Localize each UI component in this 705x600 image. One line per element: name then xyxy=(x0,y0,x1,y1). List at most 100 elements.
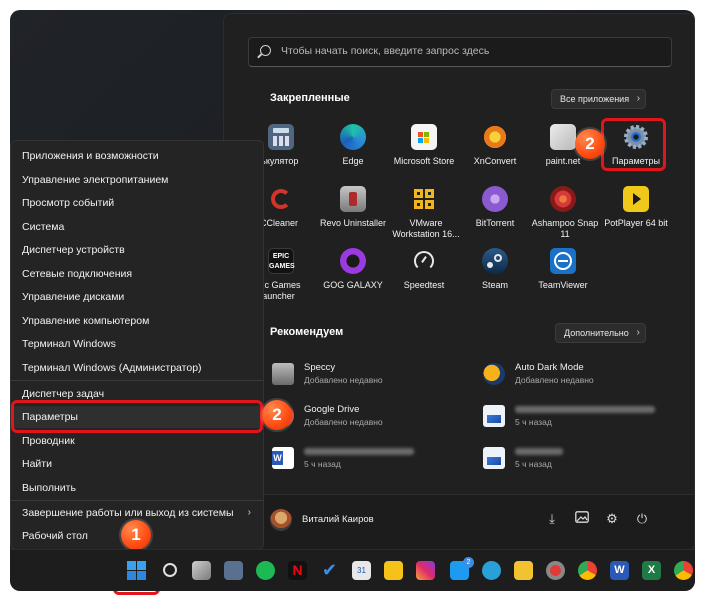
todo-check-icon[interactable]: ✔ xyxy=(320,561,339,580)
excel-icon[interactable]: X xyxy=(642,561,661,580)
word-doc-icon: W xyxy=(272,447,294,469)
user-name[interactable]: Виталий Каиров xyxy=(302,514,374,525)
rec-time: 5 ч назад xyxy=(515,417,552,427)
rec-name: Google Drive xyxy=(304,404,360,415)
calculator-icon xyxy=(268,124,294,150)
pinned-app-edge[interactable]: Edge xyxy=(320,124,386,167)
speedtest-icon xyxy=(411,248,437,274)
chevron-right-icon: › xyxy=(636,93,641,104)
instagram-icon[interactable] xyxy=(416,561,435,580)
netflix-icon[interactable]: N xyxy=(288,561,307,580)
recommended-item-speccy[interactable]: Speccy Добавлено недавно xyxy=(272,360,472,390)
menu-item-disk-management[interactable]: Управление дисками xyxy=(11,286,263,308)
pinned-title: Закрепленные xyxy=(270,92,350,104)
speccy-icon xyxy=(272,363,294,385)
app-label: TeamViewer xyxy=(538,280,588,290)
auto-dark-mode-icon xyxy=(483,363,505,385)
app-label: Edge xyxy=(342,156,364,166)
pinned-app-steam[interactable]: Steam xyxy=(462,248,528,291)
menu-item-run[interactable]: Выполнить xyxy=(11,477,263,499)
app-label: XnConvert xyxy=(473,156,517,166)
menu-item-device-manager[interactable]: Диспетчер устройств xyxy=(11,239,263,261)
highlight-settings-menu-item xyxy=(11,400,263,433)
app-label: Steam xyxy=(481,280,508,290)
paintnet-icon xyxy=(550,124,576,150)
calendar-icon[interactable]: 31 xyxy=(352,561,371,580)
rec-time: Добавлено недавно xyxy=(304,417,383,427)
more-button[interactable]: Дополнительно › xyxy=(555,323,646,343)
file-explorer-icon[interactable] xyxy=(514,561,533,580)
menu-item-power-options[interactable]: Управление электропитанием xyxy=(11,169,263,191)
pinned-app-ashampoo-snap[interactable]: Ashampoo Snap 11 xyxy=(530,186,598,240)
rec-time: 5 ч назад xyxy=(515,459,552,469)
calculator-taskbar-icon[interactable] xyxy=(224,561,243,580)
keep-notes-icon[interactable] xyxy=(384,561,403,580)
pinned-app-bittorrent[interactable]: BitTorrent xyxy=(462,186,528,229)
all-apps-button[interactable]: Все приложения › xyxy=(551,89,647,109)
chevron-right-icon: › xyxy=(247,507,251,518)
telegram-icon[interactable] xyxy=(482,561,501,580)
bittorrent-icon xyxy=(482,186,508,212)
image-file-icon xyxy=(483,447,505,469)
edge-icon xyxy=(340,124,366,150)
all-apps-label: Все приложения xyxy=(560,94,630,104)
rec-time: Добавлено недавно xyxy=(515,375,594,385)
pinned-app-speedtest[interactable]: Speedtest xyxy=(391,248,457,291)
twitter-icon[interactable]: 2 xyxy=(450,557,474,580)
vmware-icon xyxy=(411,186,437,212)
pinned-app-microsoft-store[interactable]: Microsoft Store xyxy=(391,124,457,167)
pinned-app-potplayer[interactable]: PotPlayer 64 bit xyxy=(603,186,669,229)
pinned-app-revo-uninstaller[interactable]: Revo Uninstaller xyxy=(320,186,386,229)
menu-item-event-viewer[interactable]: Просмотр событий xyxy=(11,192,263,214)
menu-item-system[interactable]: Система xyxy=(11,216,263,238)
rec-name: Auto Dark Mode xyxy=(515,362,584,373)
start-footer: Виталий Каиров ⤓ ⚙ ⏻ xyxy=(224,494,694,551)
app-label: VMware Workstation 16... xyxy=(392,218,460,239)
menu-item-terminal-admin[interactable]: Терминал Windows (Администратор) xyxy=(11,357,263,379)
downloads-icon[interactable]: ⤓ xyxy=(544,511,560,527)
menu-item-shutdown-label: Завершение работы или выход из системы xyxy=(22,507,234,519)
menu-item-network-connections[interactable]: Сетевые подключения xyxy=(11,263,263,285)
teamviewer-icon xyxy=(550,248,576,274)
rec-time: 5 ч назад xyxy=(304,459,341,469)
word-icon[interactable]: W xyxy=(610,561,629,580)
menu-item-explorer[interactable]: Проводник xyxy=(11,430,263,452)
recommended-item-google-drive[interactable]: Google Drive Добавлено недавно xyxy=(272,402,472,432)
chrome-canary-icon[interactable] xyxy=(674,561,693,580)
recommended-item-file-2[interactable]: W 5 ч назад xyxy=(272,444,472,474)
app-label: Microsoft Store xyxy=(393,156,455,166)
twitter-badge: 2 xyxy=(463,557,474,568)
menu-item-computer-management[interactable]: Управление компьютером xyxy=(11,310,263,332)
more-label: Дополнительно xyxy=(564,328,629,338)
windows-start-icon[interactable] xyxy=(127,561,146,580)
recommended-item-auto-dark-mode[interactable]: Auto Dark Mode Добавлено недавно xyxy=(483,360,683,390)
step-badge-2: 2 xyxy=(575,129,605,159)
taskbar-search-icon[interactable] xyxy=(160,561,179,580)
menu-item-terminal[interactable]: Терминал Windows xyxy=(11,333,263,355)
chrome-icon[interactable] xyxy=(578,561,597,580)
pictures-icon[interactable] xyxy=(574,511,590,527)
store-icon xyxy=(411,124,437,150)
recommended-item-file-3[interactable]: 5 ч назад xyxy=(483,444,683,474)
avatar[interactable] xyxy=(270,509,292,531)
menu-item-search[interactable]: Найти xyxy=(11,453,263,475)
potplayer-icon xyxy=(623,186,649,212)
pinned-app-xnconvert[interactable]: XnConvert xyxy=(462,124,528,167)
search-box[interactable]: Чтобы начать поиск, введите запрос здесь xyxy=(248,37,672,67)
app-label: Revo Uninstaller xyxy=(320,218,387,228)
recommended-item-file-1[interactable]: 5 ч назад xyxy=(483,402,683,432)
rec-name-blurred xyxy=(304,446,414,457)
power-icon[interactable]: ⏻ xyxy=(634,511,650,527)
pinned-app-vmware[interactable]: VMware Workstation 16... xyxy=(391,186,460,240)
menu-item-apps-features[interactable]: Приложения и возможности xyxy=(11,145,263,167)
record-app-icon[interactable] xyxy=(546,561,565,580)
winx-context-menu: Приложения и возможности Управление элек… xyxy=(10,140,264,550)
gear-icon[interactable]: ⚙ xyxy=(604,511,620,527)
pinned-app-gog-galaxy[interactable]: GOG GALAXY xyxy=(320,248,386,291)
pinned-app-teamviewer[interactable]: TeamViewer xyxy=(530,248,596,291)
menu-separator xyxy=(11,500,263,501)
task-view-icon[interactable] xyxy=(192,561,211,580)
gog-icon xyxy=(340,248,366,274)
spotify-icon[interactable] xyxy=(256,561,275,580)
recommended-title: Рекомендуем xyxy=(270,326,344,338)
